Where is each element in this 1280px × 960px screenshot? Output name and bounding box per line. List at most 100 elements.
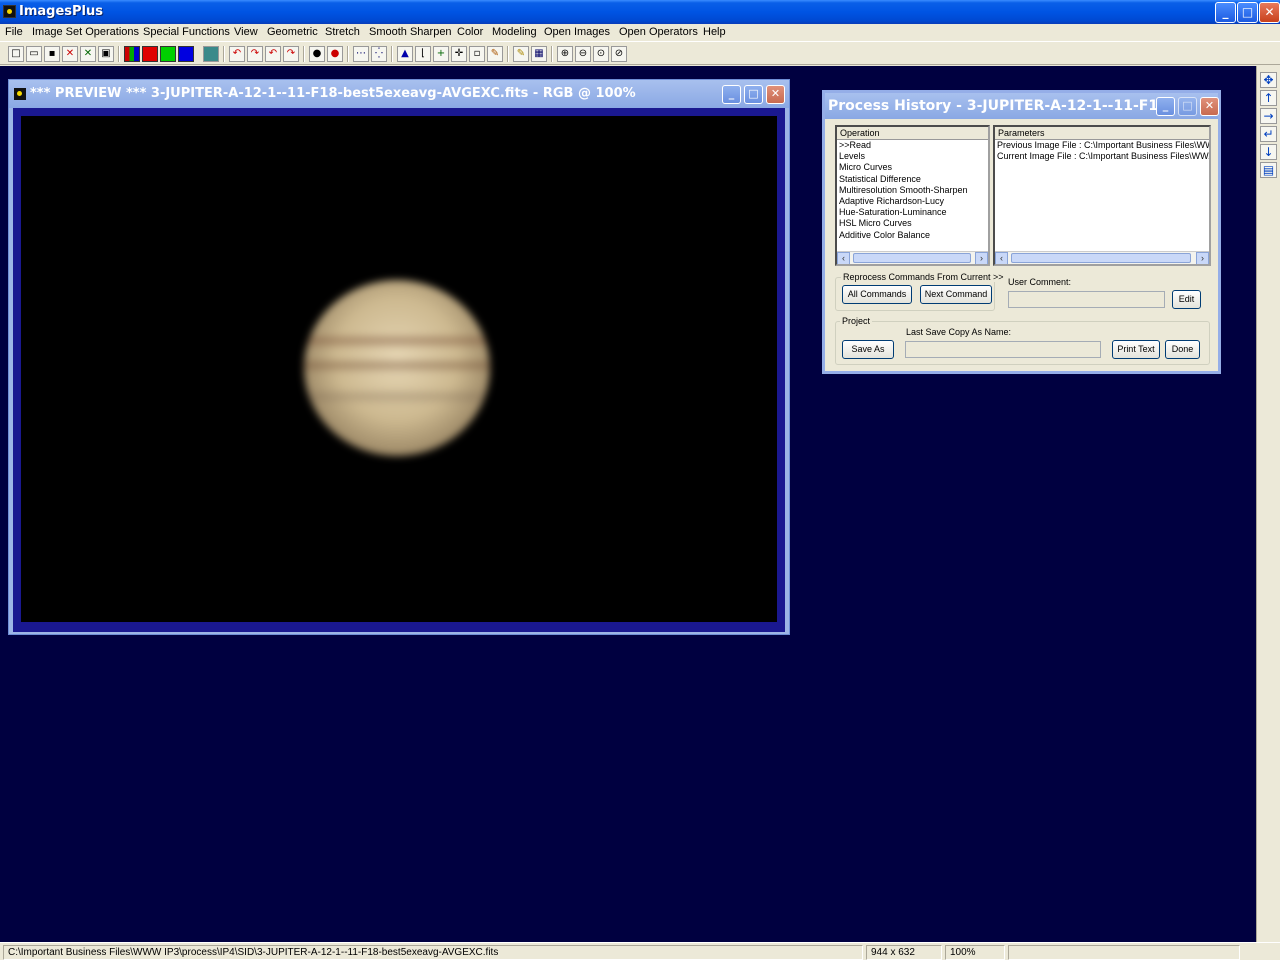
preview-minimize-button[interactable]: _: [722, 85, 741, 104]
status-extra: [1008, 945, 1240, 960]
ellipse-select-icon[interactable]: ●: [327, 46, 343, 62]
arrow-right-icon[interactable]: →: [1260, 108, 1277, 124]
zoom-fit-icon[interactable]: ⊙: [593, 46, 609, 62]
copy-window-icon[interactable]: ▣: [98, 46, 114, 62]
zoom-actual-icon[interactable]: ⊘: [611, 46, 627, 62]
move-icon[interactable]: ✛: [451, 46, 467, 62]
menu-color[interactable]: Color: [457, 26, 483, 38]
scroll-right-icon[interactable]: ›: [975, 252, 988, 264]
print-text-button[interactable]: Print Text: [1112, 340, 1160, 359]
operation-item[interactable]: Levels: [839, 151, 968, 162]
operation-hscrollbar[interactable]: ‹ ›: [837, 251, 988, 264]
menu-view[interactable]: View: [234, 26, 258, 38]
parameters-list[interactable]: Parameters Previous Image File : C:\Impo…: [993, 125, 1211, 266]
app-logo-icon[interactable]: [3, 5, 16, 18]
parameter-item[interactable]: Previous Image File : C:\Important Busin…: [997, 140, 1209, 151]
grid-icon[interactable]: [203, 46, 219, 62]
operation-item[interactable]: Micro Curves: [839, 162, 968, 173]
redo-all-icon[interactable]: ↷: [283, 46, 299, 62]
blue-channel-icon[interactable]: [178, 46, 194, 62]
menu-stretch[interactable]: Stretch: [325, 26, 360, 38]
app-close-button[interactable]: ✕: [1259, 2, 1280, 23]
history-title: Process History - 3-JUPITER-A-12-1--11-F…: [828, 98, 1175, 114]
operation-header[interactable]: Operation: [837, 127, 988, 140]
preview-maximize-button[interactable]: □: [744, 85, 763, 104]
undo-all-icon[interactable]: ↶: [265, 46, 281, 62]
parameter-items: Previous Image File : C:\Important Busin…: [997, 140, 1209, 162]
menu-open-images[interactable]: Open Images: [544, 26, 610, 38]
preview-title-bar[interactable]: *** PREVIEW *** 3-JUPITER-A-12-1--11-F18…: [9, 80, 789, 108]
close-x-icon[interactable]: ✕: [62, 46, 78, 62]
image-canvas[interactable]: [21, 116, 777, 622]
window-list-icon[interactable]: ▤: [1260, 162, 1277, 178]
operation-item[interactable]: Hue-Saturation-Luminance: [839, 207, 968, 218]
zoom-out-icon[interactable]: ⊖: [575, 46, 591, 62]
open-folder-icon[interactable]: ▭: [26, 46, 42, 62]
dotted-line-icon[interactable]: ⋯: [353, 46, 369, 62]
rgb-channels-icon[interactable]: [124, 46, 140, 62]
history-close-button[interactable]: ✕: [1200, 97, 1219, 116]
next-command-button[interactable]: Next Command: [920, 285, 992, 304]
preview-close-button[interactable]: ✕: [766, 85, 785, 104]
pencil-icon[interactable]: ✎: [513, 46, 529, 62]
new-file-icon[interactable]: □: [8, 46, 24, 62]
arrow-return-left-icon[interactable]: ↵: [1260, 126, 1277, 142]
redo-icon[interactable]: ↷: [247, 46, 263, 62]
undo-icon[interactable]: ↶: [229, 46, 245, 62]
menu-image-set-operations[interactable]: Image Set Operations: [32, 26, 139, 38]
operation-item[interactable]: Multiresolution Smooth-Sharpen: [839, 185, 968, 196]
crosshair-icon[interactable]: +: [433, 46, 449, 62]
user-comment-label: User Comment:: [1008, 277, 1072, 287]
scroll-thumb[interactable]: [1011, 253, 1191, 263]
menu-help[interactable]: Help: [703, 26, 726, 38]
user-comment-input[interactable]: [1008, 291, 1165, 308]
history-title-bar[interactable]: Process History - 3-JUPITER-A-12-1--11-F…: [825, 93, 1219, 119]
move-arrows-icon[interactable]: ✥: [1260, 72, 1277, 88]
scroll-left-icon[interactable]: ‹: [995, 252, 1008, 264]
history-minimize-button[interactable]: _: [1156, 97, 1175, 116]
preview-window-icon[interactable]: [14, 88, 26, 100]
histogram-icon[interactable]: ▲: [397, 46, 413, 62]
save-as-button[interactable]: Save As: [842, 340, 894, 359]
toolbar-separator: [391, 46, 393, 62]
scroll-thumb[interactable]: [853, 253, 971, 263]
arrow-up-icon[interactable]: ↑: [1260, 90, 1277, 106]
arrow-down-return-icon[interactable]: ↓: [1260, 144, 1277, 160]
close-all-icon[interactable]: ✕: [80, 46, 96, 62]
operation-list[interactable]: Operation >>Read Levels Micro Curves Sta…: [835, 125, 990, 266]
toolbar-separator: [303, 46, 305, 62]
menu-open-operators[interactable]: Open Operators: [619, 26, 698, 38]
menu-geometric[interactable]: Geometric: [267, 26, 318, 38]
edit-button[interactable]: Edit: [1172, 290, 1201, 309]
green-channel-icon[interactable]: [160, 46, 176, 62]
parameters-header[interactable]: Parameters: [995, 127, 1209, 140]
curve-icon[interactable]: ⌊: [415, 46, 431, 62]
red-channel-icon[interactable]: [142, 46, 158, 62]
operation-item[interactable]: Adaptive Richardson-Lucy: [839, 196, 968, 207]
point-select-icon[interactable]: ⁛: [371, 46, 387, 62]
operation-item[interactable]: >>Read: [839, 140, 968, 151]
all-commands-button[interactable]: All Commands: [842, 285, 912, 304]
menu-file[interactable]: File: [5, 26, 23, 38]
operation-item[interactable]: Statistical Difference: [839, 174, 968, 185]
menu-modeling[interactable]: Modeling: [492, 26, 537, 38]
frame-icon[interactable]: ▫: [469, 46, 485, 62]
last-save-name-input[interactable]: [905, 341, 1101, 358]
parameters-hscrollbar[interactable]: ‹ ›: [995, 251, 1209, 264]
operation-item[interactable]: HSL Micro Curves: [839, 218, 968, 229]
done-button[interactable]: Done: [1165, 340, 1200, 359]
zoom-in-icon[interactable]: ⊕: [557, 46, 573, 62]
scroll-right-icon[interactable]: ›: [1196, 252, 1209, 264]
scroll-left-icon[interactable]: ‹: [837, 252, 850, 264]
operation-item[interactable]: Additive Color Balance: [839, 230, 968, 241]
menu-smooth-sharpen[interactable]: Smooth Sharpen: [369, 26, 452, 38]
menu-special-functions[interactable]: Special Functions: [143, 26, 230, 38]
parameter-item[interactable]: Current Image File : C:\Important Busine…: [997, 151, 1209, 162]
save-icon[interactable]: ▪: [44, 46, 60, 62]
color-picker-icon[interactable]: ✎: [487, 46, 503, 62]
toolbar-separator: [118, 46, 120, 62]
app-maximize-button[interactable]: □: [1237, 2, 1258, 23]
mosaic-icon[interactable]: ▦: [531, 46, 547, 62]
circle-select-icon[interactable]: ●: [309, 46, 325, 62]
app-minimize-button[interactable]: _: [1215, 2, 1236, 23]
